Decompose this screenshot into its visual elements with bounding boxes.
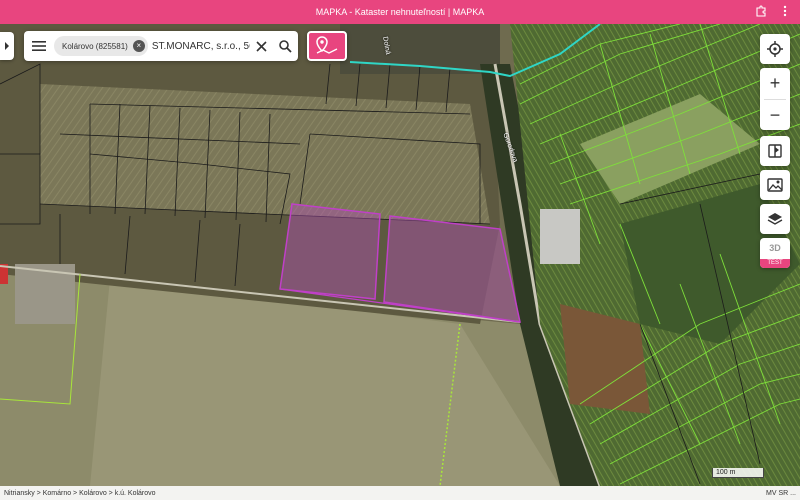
menu-button[interactable]: [24, 31, 54, 61]
extension-icon[interactable]: [754, 4, 768, 18]
scale-label: 100 m: [716, 469, 736, 476]
search-bar: Kolárovo (825581) × ST.MONARC, s.r.o., 5…: [24, 31, 298, 61]
place-marker-button[interactable]: [307, 31, 347, 61]
chip-remove-icon[interactable]: ×: [132, 40, 145, 52]
close-icon: [256, 40, 267, 52]
search-button[interactable]: [274, 31, 298, 61]
layers-button[interactable]: [760, 204, 790, 234]
layers-icon: [767, 213, 783, 225]
zoom-in-button[interactable]: +: [760, 68, 790, 99]
zoom-controls: + −: [760, 68, 790, 130]
locate-button[interactable]: [760, 34, 790, 64]
window-title: MAPKA - Kataster nehnuteľností | MAPKA: [315, 7, 485, 17]
more-vert-icon[interactable]: [778, 4, 792, 18]
scale-bar: 100 m: [712, 468, 764, 478]
sidebar-toggle-button[interactable]: [0, 32, 14, 60]
map-imagery: [0, 24, 800, 486]
clear-search-button[interactable]: [250, 31, 274, 61]
search-input[interactable]: ST.MONARC, s.r.o., 56: [152, 41, 250, 52]
breadcrumb[interactable]: Nitriansky > Komárno > Kolárovo > k.ú. K…: [4, 490, 156, 497]
location-chip-label: Kolárovo (825581): [62, 41, 128, 51]
compare-button[interactable]: [760, 136, 790, 166]
map-canvas[interactable]: Dolná Gorodova 100 m: [0, 24, 800, 486]
title-bar: MAPKA - Kataster nehnuteľností | MAPKA: [0, 0, 800, 24]
location-chip[interactable]: Kolárovo (825581) ×: [54, 36, 148, 56]
zoom-out-button[interactable]: −: [760, 100, 790, 131]
3d-toggle-button[interactable]: 3D TEST: [760, 238, 790, 268]
crosshair-icon: [767, 41, 783, 57]
compare-icon: [768, 144, 782, 158]
test-badge: TEST: [760, 259, 790, 268]
map-photo-icon: [767, 178, 783, 192]
map-attribution[interactable]: MV SR ...: [766, 490, 796, 497]
map-pin-icon: [316, 36, 338, 54]
search-icon: [279, 39, 292, 53]
status-bar: Nitriansky > Komárno > Kolárovo > k.ú. K…: [0, 486, 800, 500]
basemap-button[interactable]: [760, 170, 790, 200]
hamburger-icon: [32, 41, 46, 51]
3d-label: 3D: [769, 243, 781, 253]
chevron-right-icon: [5, 42, 9, 50]
